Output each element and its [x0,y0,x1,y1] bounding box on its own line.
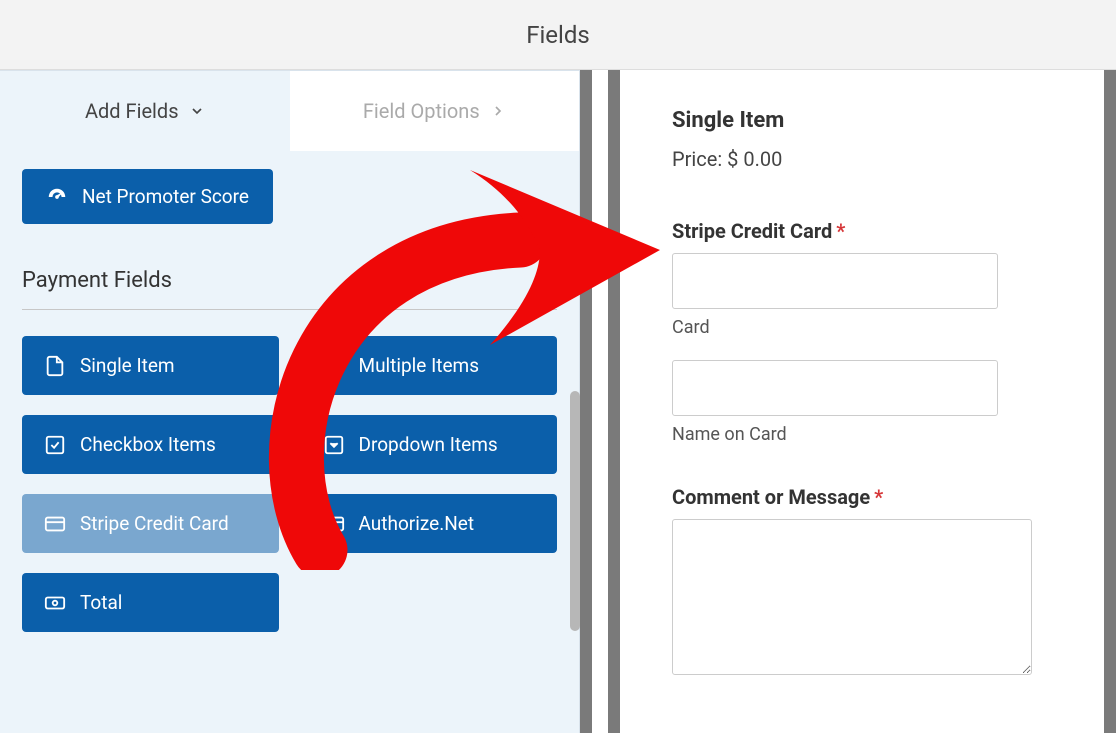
required-asterisk: * [874,485,883,509]
stripe-cc-label: Stripe Credit Card [80,512,229,535]
check-square-icon [44,434,66,456]
panel-tabs: Add Fields Field Options [0,71,579,151]
tab-field-options[interactable]: Field Options [290,71,580,151]
scrollbar-thumb[interactable] [570,391,580,631]
total-label: Total [80,591,122,614]
dropdown-items-button[interactable]: Dropdown Items [301,415,558,474]
stripe-field-label: Stripe Credit Card* [672,219,1052,243]
chevron-right-icon [490,103,506,119]
comment-textarea[interactable] [672,519,1032,675]
multiple-items-label: Multiple Items [359,354,480,377]
required-asterisk: * [836,219,845,243]
single-item-price: Price: $ 0.00 [672,147,1052,171]
name-on-card-sublabel: Name on Card [672,424,1052,445]
name-on-card-input[interactable] [672,360,998,416]
comment-label-text: Comment or Message [672,485,870,509]
stripe-credit-card-button[interactable]: Stripe Credit Card [22,494,279,553]
caret-square-icon [323,434,345,456]
payment-fields-grid: Single Item Multiple Items Checkbox Item… [22,336,557,632]
tab-field-options-label: Field Options [363,99,480,123]
authorize-net-label: Authorize.Net [359,512,475,535]
comment-field-label: Comment or Message* [672,485,1052,509]
card-sublabel: Card [672,317,1052,338]
net-promoter-score-button[interactable]: Net Promoter Score [22,169,273,224]
tab-add-fields[interactable]: Add Fields [0,71,290,151]
checkbox-items-button[interactable]: Checkbox Items [22,415,279,474]
form-preview: Single Item Price: $ 0.00 Stripe Credit … [620,70,1116,733]
single-item-label: Single Item [80,354,175,377]
file-icon [44,355,66,377]
single-item-heading: Single Item [672,108,1052,133]
payment-fields-title: Payment Fields [22,268,172,293]
checkbox-items-label: Checkbox Items [80,433,216,456]
credit-card-icon [323,513,345,535]
list-icon [323,355,345,377]
page-title: Fields [526,21,590,49]
money-icon [44,592,66,614]
credit-card-icon [44,513,66,535]
chevron-down-icon [189,103,205,119]
page-header: Fields [0,0,1116,70]
panel-divider [580,70,620,733]
tab-add-fields-label: Add Fields [85,99,179,123]
total-button[interactable]: Total [22,573,279,632]
nps-label: Net Promoter Score [82,185,249,208]
fields-panel: Add Fields Field Options Net Promoter Sc… [0,70,580,733]
stripe-field-label-text: Stripe Credit Card [672,219,832,243]
section-divider [22,309,557,310]
card-input[interactable] [672,253,998,309]
dropdown-items-label: Dropdown Items [359,433,498,456]
payment-fields-section-header[interactable]: Payment Fields [22,268,557,299]
authorize-net-button[interactable]: Authorize.Net [301,494,558,553]
dashboard-icon [46,186,68,208]
single-item-button[interactable]: Single Item [22,336,279,395]
multiple-items-button[interactable]: Multiple Items [301,336,558,395]
